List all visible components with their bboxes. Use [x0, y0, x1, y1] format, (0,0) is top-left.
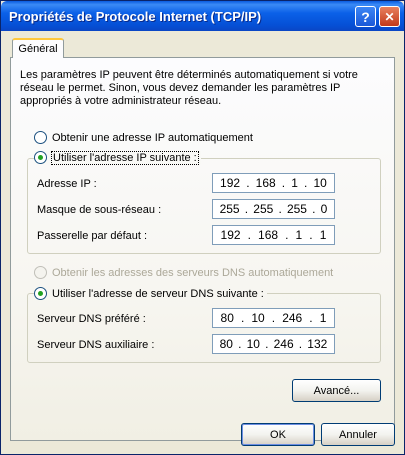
- close-icon: ✕: [384, 9, 395, 24]
- help-icon: ?: [361, 8, 370, 25]
- octet: 132: [307, 337, 328, 351]
- title-bar[interactable]: Propriétés de Protocole Internet (TCP/IP…: [1, 1, 404, 31]
- ok-button[interactable]: OK: [241, 423, 315, 446]
- radio-selected-dot: [38, 291, 43, 296]
- dialog-window: Propriétés de Protocole Internet (TCP/IP…: [0, 0, 405, 455]
- octet: 80: [219, 337, 233, 351]
- octet: 10: [251, 311, 265, 325]
- octet: 0: [320, 202, 328, 216]
- ip-address-field[interactable]: 192. 168. 1. 10: [212, 173, 335, 193]
- gateway-field[interactable]: 192. 168. 1. 1: [212, 225, 335, 245]
- subnet-mask-field[interactable]: 255. 255. 255. 0: [212, 199, 335, 219]
- octet: 168: [255, 176, 276, 190]
- octet: 255: [253, 202, 274, 216]
- octet: 246: [273, 337, 294, 351]
- octet: 255: [219, 202, 240, 216]
- dialog-client: Général Les paramètres IP peuvent être d…: [4, 31, 401, 451]
- octet: 1: [295, 228, 303, 242]
- octet: 246: [282, 311, 303, 325]
- subnet-mask-label: Masque de sous-réseau :: [37, 204, 162, 216]
- preferred-dns-label: Serveur DNS préféré :: [37, 313, 146, 325]
- preferred-dns-field[interactable]: 80. 10. 246. 1: [212, 308, 335, 328]
- radio-dns-manual[interactable]: Utiliser l'adresse de serveur DNS suivan…: [34, 287, 267, 300]
- octet: 192: [220, 176, 241, 190]
- radio-button[interactable]: [34, 287, 47, 300]
- window-title: Propriétés de Protocole Internet (TCP/IP…: [9, 9, 262, 24]
- octet: 255: [286, 202, 307, 216]
- description-text: Les paramètres IP peuvent être déterminé…: [20, 69, 358, 107]
- radio-dns-auto[interactable]: Obtenir les adresses des serveurs DNS au…: [34, 266, 333, 279]
- gateway-label: Passerelle par défaut :: [37, 230, 148, 242]
- radio-label: Obtenir les adresses des serveurs DNS au…: [52, 266, 334, 279]
- radio-label: Utiliser l'adresse de serveur DNS suivan…: [52, 287, 264, 300]
- help-button[interactable]: ?: [355, 6, 376, 27]
- octet: 168: [258, 228, 279, 242]
- octet: 10: [313, 176, 327, 190]
- ip-address-label: Adresse IP :: [37, 178, 97, 190]
- radio-label: Obtenir une adresse IP automatiquement: [52, 131, 253, 144]
- octet: 1: [291, 176, 298, 190]
- octet: 1: [319, 228, 327, 242]
- radio-ip-auto[interactable]: Obtenir une adresse IP automatiquement: [34, 131, 253, 144]
- octet: 10: [246, 337, 260, 351]
- tab-label: Général: [18, 43, 58, 55]
- radio-button[interactable]: [34, 131, 47, 144]
- tab-general[interactable]: Général: [12, 38, 64, 58]
- octet: 80: [220, 311, 234, 325]
- radio-button[interactable]: [34, 266, 47, 279]
- radio-ip-manual[interactable]: Utiliser l'adresse IP suivante :: [34, 150, 201, 165]
- radio-selected-dot: [38, 155, 43, 160]
- advanced-button[interactable]: Avancé...: [292, 379, 381, 402]
- alternate-dns-field[interactable]: 80. 10. 246. 132: [212, 334, 335, 354]
- octet: 192: [220, 228, 241, 242]
- close-button[interactable]: ✕: [379, 6, 400, 27]
- cancel-button[interactable]: Annuler: [321, 423, 395, 446]
- radio-button[interactable]: [34, 151, 47, 164]
- alternate-dns-label: Serveur DNS auxiliaire :: [37, 339, 155, 351]
- octet: 1: [319, 311, 327, 325]
- radio-label: Utiliser l'adresse IP suivante :: [51, 150, 199, 165]
